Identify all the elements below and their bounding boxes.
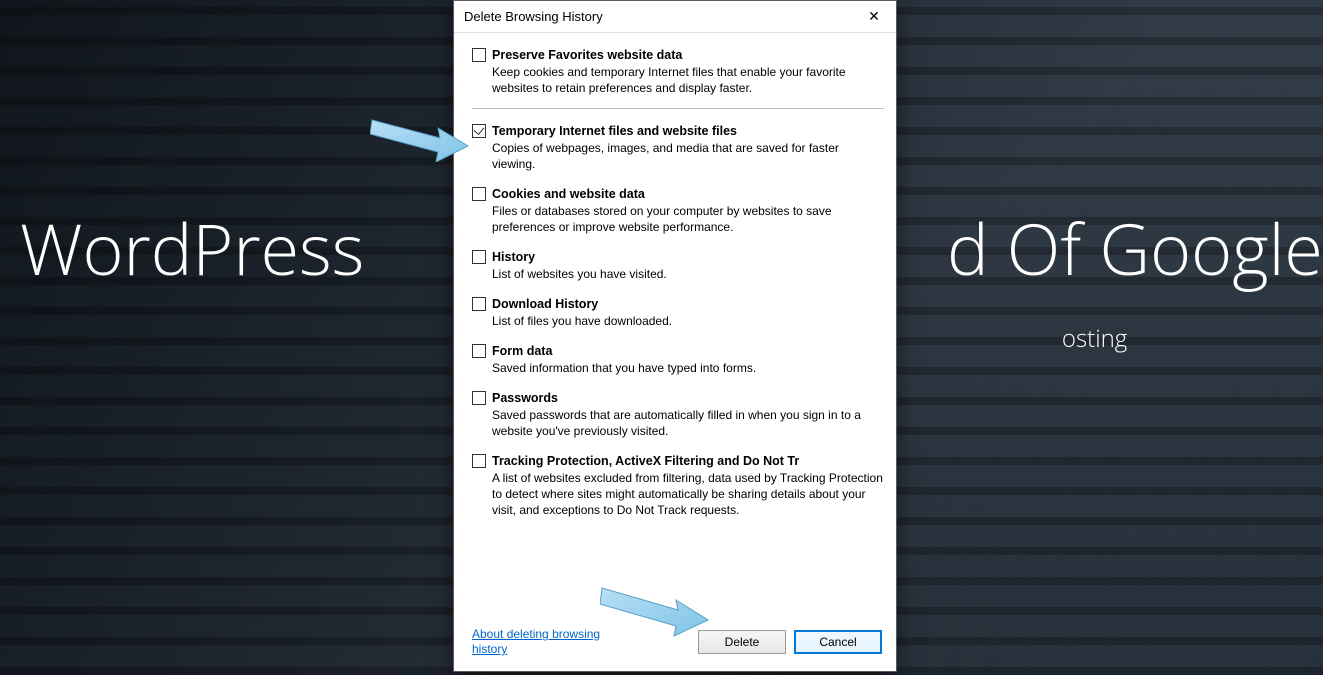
- help-link[interactable]: About deleting browsing history: [472, 627, 612, 657]
- option-title: History: [492, 249, 535, 265]
- option-description: Saved passwords that are automatically f…: [492, 407, 884, 439]
- option-row: PasswordsSaved passwords that are automa…: [472, 390, 884, 439]
- bg-subtitle-right: osting: [1062, 322, 1127, 355]
- option-header: Tracking Protection, ActiveX Filtering a…: [472, 453, 884, 469]
- option-title: Preserve Favorites website data: [492, 47, 682, 63]
- option-title: Tracking Protection, ActiveX Filtering a…: [492, 453, 799, 469]
- option-title: Temporary Internet files and website fil…: [492, 123, 737, 139]
- dialog-body: Preserve Favorites website dataKeep cook…: [454, 33, 896, 621]
- dialog-footer: About deleting browsing history Delete C…: [454, 621, 896, 671]
- option-row: Form dataSaved information that you have…: [472, 343, 884, 376]
- close-icon[interactable]: ✕: [852, 2, 896, 32]
- option-row: HistoryList of websites you have visited…: [472, 249, 884, 282]
- option-header: Passwords: [472, 390, 884, 406]
- checkbox[interactable]: [472, 344, 486, 358]
- option-description: Keep cookies and temporary Internet file…: [492, 64, 884, 96]
- option-title: Form data: [492, 343, 552, 359]
- cancel-button[interactable]: Cancel: [794, 630, 882, 654]
- option-header: Temporary Internet files and website fil…: [472, 123, 884, 139]
- checkbox[interactable]: [472, 454, 486, 468]
- option-title: Cookies and website data: [492, 186, 645, 202]
- dialog-titlebar[interactable]: Delete Browsing History ✕: [454, 1, 896, 33]
- option-header: Preserve Favorites website data: [472, 47, 884, 63]
- option-title: Passwords: [492, 390, 558, 406]
- checkbox[interactable]: [472, 187, 486, 201]
- option-row: Download HistoryList of files you have d…: [472, 296, 884, 329]
- option-row: Cookies and website dataFiles or databas…: [472, 186, 884, 235]
- delete-browsing-history-dialog: Delete Browsing History ✕ Preserve Favor…: [453, 0, 897, 672]
- dialog-title: Delete Browsing History: [464, 9, 603, 24]
- option-row: Preserve Favorites website dataKeep cook…: [472, 47, 884, 109]
- delete-button[interactable]: Delete: [698, 630, 786, 654]
- option-header: Download History: [472, 296, 884, 312]
- option-row: Tracking Protection, ActiveX Filtering a…: [472, 453, 884, 518]
- option-description: Copies of webpages, images, and media th…: [492, 140, 884, 172]
- option-description: List of files you have downloaded.: [492, 313, 884, 329]
- bg-title-left: WordPress: [20, 200, 382, 296]
- option-header: History: [472, 249, 884, 265]
- option-description: List of websites you have visited.: [492, 266, 884, 282]
- option-row: Temporary Internet files and website fil…: [472, 123, 884, 172]
- checkbox[interactable]: [472, 297, 486, 311]
- checkbox[interactable]: [472, 48, 486, 62]
- checkbox[interactable]: [472, 250, 486, 264]
- checkbox[interactable]: [472, 391, 486, 405]
- bg-title-right: d Of Google: [947, 200, 1323, 296]
- checkbox[interactable]: [472, 124, 486, 138]
- option-title: Download History: [492, 296, 598, 312]
- option-header: Form data: [472, 343, 884, 359]
- button-group: Delete Cancel: [698, 630, 882, 654]
- option-description: Files or databases stored on your comput…: [492, 203, 884, 235]
- option-description: Saved information that you have typed in…: [492, 360, 884, 376]
- option-description: A list of websites excluded from filteri…: [492, 470, 884, 518]
- option-header: Cookies and website data: [472, 186, 884, 202]
